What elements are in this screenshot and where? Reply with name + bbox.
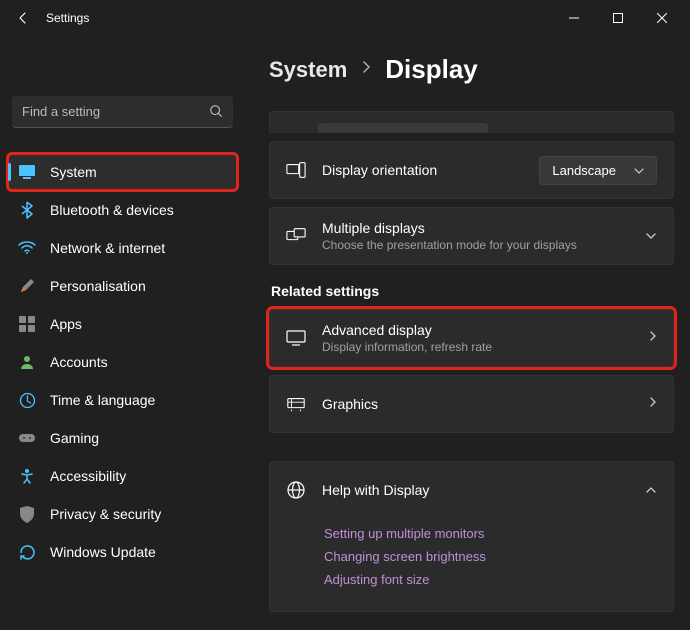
- card-title: Multiple displays: [322, 220, 629, 236]
- sidebar-item-label: Apps: [50, 316, 82, 332]
- breadcrumb: System Display: [269, 54, 674, 85]
- section-header-related: Related settings: [271, 283, 674, 299]
- sidebar-item-label: Gaming: [50, 430, 99, 446]
- gaming-icon: [18, 429, 36, 447]
- sidebar-item-label: Accounts: [50, 354, 108, 370]
- sidebar-item-label: Time & language: [50, 392, 155, 408]
- sidebar-item-system[interactable]: System: [8, 154, 237, 190]
- help-link[interactable]: Setting up multiple monitors: [324, 526, 655, 541]
- globe-help-icon: [286, 480, 306, 500]
- sidebar-item-label: System: [50, 164, 97, 180]
- page-title: Display: [385, 54, 478, 85]
- dropdown-value: Landscape: [552, 163, 616, 178]
- sidebar-item-time-language[interactable]: Time & language: [8, 382, 237, 418]
- globe-clock-icon: [18, 391, 36, 409]
- help-with-display-row[interactable]: Help with Display: [270, 462, 673, 518]
- help-links: Setting up multiple monitors Changing sc…: [270, 526, 673, 611]
- main-content: System Display Display orientation: [245, 36, 690, 630]
- sidebar-item-label: Network & internet: [50, 240, 165, 256]
- person-icon: [18, 353, 36, 371]
- bluetooth-icon: [18, 201, 36, 219]
- card-title: Display orientation: [322, 162, 523, 178]
- close-icon: [657, 13, 667, 23]
- maximize-button[interactable]: [596, 2, 640, 34]
- card-title: Graphics: [322, 396, 633, 412]
- chevron-up-icon: [645, 481, 657, 499]
- sidebar-item-accessibility[interactable]: Accessibility: [8, 458, 237, 494]
- chevron-right-icon: [361, 60, 371, 79]
- paintbrush-icon: [18, 277, 36, 295]
- sidebar-item-label: Accessibility: [50, 468, 126, 484]
- get-help-row[interactable]: Get help: [269, 620, 674, 630]
- sidebar-item-label: Personalisation: [50, 278, 146, 294]
- chevron-right-icon: [649, 329, 657, 347]
- sidebar-item-apps[interactable]: Apps: [8, 306, 237, 342]
- sidebar-item-label: Privacy & security: [50, 506, 161, 522]
- chevron-down-icon: [634, 163, 644, 178]
- display-orientation-row[interactable]: Display orientation Landscape: [270, 142, 673, 198]
- titlebar: Settings: [0, 0, 690, 36]
- maximize-icon: [613, 13, 623, 23]
- breadcrumb-parent[interactable]: System: [269, 57, 347, 83]
- card-subtitle: Choose the presentation mode for your di…: [322, 238, 629, 252]
- sidebar-item-personalisation[interactable]: Personalisation: [8, 268, 237, 304]
- sidebar-item-bluetooth[interactable]: Bluetooth & devices: [8, 192, 237, 228]
- multiple-displays-icon: [286, 226, 306, 246]
- sidebar-item-label: Windows Update: [50, 544, 156, 560]
- search-input[interactable]: [12, 96, 233, 128]
- minimize-button[interactable]: [552, 2, 596, 34]
- monitor-icon: [286, 328, 306, 348]
- sidebar-item-label: Bluetooth & devices: [50, 202, 174, 218]
- card-title: Advanced display: [322, 322, 633, 338]
- shield-icon: [18, 505, 36, 523]
- sidebar-item-update[interactable]: Windows Update: [8, 534, 237, 570]
- sidebar: System Bluetooth & devices Network & int…: [0, 36, 245, 630]
- sidebar-item-accounts[interactable]: Accounts: [8, 344, 237, 380]
- help-link[interactable]: Changing screen brightness: [324, 549, 655, 564]
- multiple-displays-row[interactable]: Multiple displays Choose the presentatio…: [270, 208, 673, 264]
- back-button[interactable]: [6, 1, 40, 35]
- search-icon: [209, 104, 223, 123]
- update-icon: [18, 543, 36, 561]
- sidebar-item-network[interactable]: Network & internet: [8, 230, 237, 266]
- close-button[interactable]: [640, 2, 684, 34]
- sidebar-item-privacy[interactable]: Privacy & security: [8, 496, 237, 532]
- sidebar-item-gaming[interactable]: Gaming: [8, 420, 237, 456]
- orientation-dropdown[interactable]: Landscape: [539, 156, 657, 185]
- partial-card-stub: [269, 111, 674, 133]
- system-icon: [18, 163, 36, 181]
- chevron-right-icon: [649, 395, 657, 413]
- accessibility-icon: [18, 467, 36, 485]
- arrow-left-icon: [15, 10, 31, 26]
- chevron-down-icon: [645, 227, 657, 245]
- orientation-icon: [286, 160, 306, 180]
- advanced-display-row[interactable]: Advanced display Display information, re…: [270, 310, 673, 366]
- minimize-icon: [569, 13, 579, 23]
- graphics-icon: [286, 394, 306, 414]
- help-link[interactable]: Adjusting font size: [324, 572, 655, 587]
- wifi-icon: [18, 239, 36, 257]
- apps-icon: [18, 315, 36, 333]
- graphics-row[interactable]: Graphics: [270, 376, 673, 432]
- window-title: Settings: [46, 11, 89, 25]
- card-title: Help with Display: [322, 482, 629, 498]
- card-subtitle: Display information, refresh rate: [322, 340, 633, 354]
